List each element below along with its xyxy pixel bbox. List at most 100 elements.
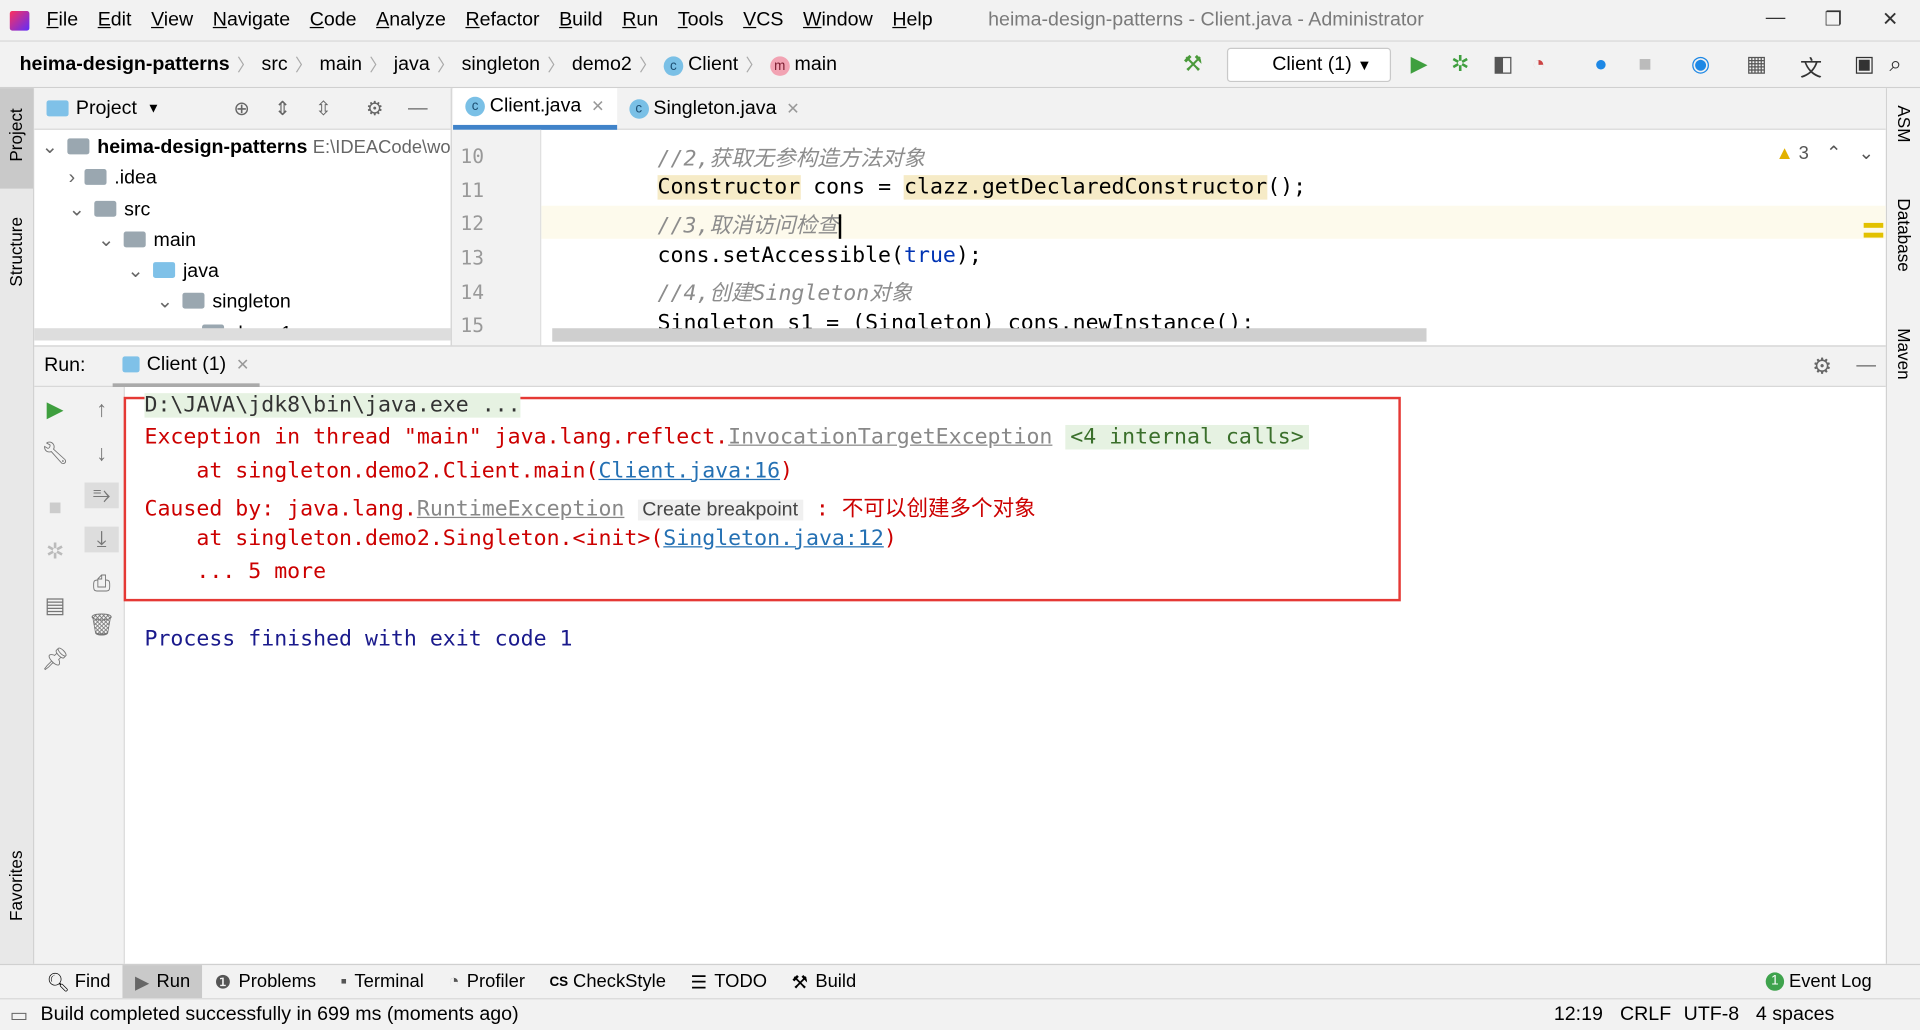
close-run-tab-icon[interactable]: ✕ xyxy=(236,355,249,375)
menu-run[interactable]: Run xyxy=(622,9,658,31)
error-stripe-mark[interactable] xyxy=(1863,222,1884,228)
locate-icon[interactable]: ⊕ xyxy=(233,96,249,120)
maven-tool-button[interactable]: Maven xyxy=(1894,328,1914,379)
code-line-13[interactable]: cons.setAccessible(true); xyxy=(658,244,982,268)
gear-icon[interactable]: ⚙ xyxy=(366,96,384,120)
exception-class-link[interactable]: InvocationTargetException xyxy=(728,425,1052,449)
menu-navigate[interactable]: Navigate xyxy=(213,9,290,31)
print-icon[interactable]: ⎙ xyxy=(84,571,118,597)
layout-icon[interactable]: ▤ xyxy=(38,593,72,619)
event-log-button[interactable]: 1 Event Log xyxy=(1753,964,1883,998)
search-icon[interactable]: ⌕ xyxy=(1889,51,1901,77)
breadcrumb-java[interactable]: java xyxy=(386,53,437,75)
breadcrumb-method[interactable]: m main xyxy=(763,53,845,76)
scroll-to-end-icon[interactable]: ⤓ xyxy=(84,526,119,553)
file-encoding[interactable]: UTF-8 xyxy=(1684,1004,1740,1026)
toggle-tool-windows-icon[interactable]: ▭ xyxy=(10,1002,29,1026)
wrench-icon[interactable]: 🔧︎ xyxy=(38,441,72,467)
terminal-window-icon[interactable]: ▣ xyxy=(1854,51,1875,77)
up-arrow-icon[interactable]: ↑ xyxy=(84,397,118,423)
coverage-icon[interactable]: ◧ xyxy=(1493,51,1514,77)
hide-run-panel-icon[interactable]: — xyxy=(1856,355,1876,377)
breadcrumb-src[interactable]: src xyxy=(254,53,295,75)
pin-icon[interactable]: 📌︎ xyxy=(38,647,72,673)
restore-button[interactable]: ❐ xyxy=(1824,7,1842,31)
close-tab-icon[interactable]: ✕ xyxy=(786,99,799,119)
code-line-14[interactable]: //4,创建Singleton对象 xyxy=(658,277,913,308)
menu-window[interactable]: Window xyxy=(803,9,873,31)
breadcrumb-client[interactable]: c Client xyxy=(656,53,745,76)
project-structure-icon[interactable]: ▦ xyxy=(1746,51,1767,77)
inspection-widget[interactable]: ▲ 3 ⌃ ⌄ xyxy=(1776,142,1874,164)
build-hammer-icon[interactable]: ⚒ xyxy=(1183,51,1203,77)
menu-file[interactable]: File xyxy=(47,9,79,31)
internal-calls-fold[interactable]: <4 internal calls> xyxy=(1065,424,1309,450)
build-tool-button[interactable]: ⚒ Build xyxy=(779,964,868,998)
soft-wrap-icon[interactable]: ⥱ xyxy=(84,482,119,509)
find-tool-button[interactable]: 🔍︎ Find xyxy=(34,964,122,998)
breadcrumb-project[interactable]: heima-design-patterns xyxy=(12,53,237,75)
rerun-icon[interactable]: ▶ xyxy=(38,397,72,423)
editor-horizontal-scrollbar[interactable] xyxy=(552,328,1427,342)
checkstyle-tool-button[interactable]: CS CheckStyle xyxy=(537,964,678,998)
run-tool-button[interactable]: ▶ Run xyxy=(122,964,203,999)
close-window-button[interactable]: ✕ xyxy=(1882,7,1898,31)
menu-vcs[interactable]: VCS xyxy=(743,9,783,31)
collapse-all-icon[interactable]: ⇳ xyxy=(315,96,331,120)
translate-icon[interactable]: 文 xyxy=(1800,51,1822,83)
code-line-11[interactable]: Constructor cons = clazz.getDeclaredCons… xyxy=(657,175,1306,200)
horizontal-scrollbar[interactable] xyxy=(34,328,451,341)
create-breakpoint-link[interactable]: Create breakpoint xyxy=(637,499,803,521)
runtime-exception-link[interactable]: RuntimeException xyxy=(417,497,625,521)
help-icon[interactable]: ● xyxy=(1594,51,1607,77)
code-line-12[interactable]: //3,取消访问检查 xyxy=(658,209,842,240)
singleton-java-link[interactable]: Singleton.java:12 xyxy=(663,527,884,551)
hide-icon[interactable]: — xyxy=(408,97,428,119)
debug-icon[interactable]: ✲ xyxy=(1451,51,1469,77)
indent-setting[interactable]: 4 spaces xyxy=(1756,1004,1834,1026)
trash-icon[interactable]: 🗑︎ xyxy=(84,612,118,638)
menu-analyze[interactable]: Analyze xyxy=(376,9,446,31)
debug-disabled-icon[interactable]: ✲ xyxy=(38,539,72,565)
tree-item-idea[interactable]: › .idea xyxy=(69,163,157,194)
run-settings-gear-icon[interactable]: ⚙ xyxy=(1812,353,1832,379)
line-separator[interactable]: CRLF xyxy=(1620,1004,1671,1026)
database-tool-button[interactable]: Database xyxy=(1894,198,1914,271)
client-java-link[interactable]: Client.java:16 xyxy=(598,459,780,483)
favorites-tool-button[interactable]: Favorites xyxy=(6,850,26,921)
stop-icon[interactable]: ■ xyxy=(38,495,72,521)
run-icon[interactable]: ▶ xyxy=(1411,51,1428,77)
console-output[interactable]: D:\JAVA\jdk8\bin\java.exe ... Exception … xyxy=(123,387,1886,964)
menu-help[interactable]: Help xyxy=(892,9,932,31)
menu-refactor[interactable]: Refactor xyxy=(465,9,539,31)
breadcrumb-main[interactable]: main xyxy=(312,53,369,75)
menu-code[interactable]: Code xyxy=(310,9,357,31)
expand-all-icon[interactable]: ⇕ xyxy=(274,96,290,120)
project-view-select[interactable]: Project xyxy=(76,97,137,119)
terminal-tool-button[interactable]: ▪ Terminal xyxy=(328,964,436,998)
structure-tool-button[interactable]: Structure xyxy=(6,217,26,287)
project-tool-button[interactable]: Project xyxy=(6,108,26,161)
profile-icon[interactable]: ◔ xyxy=(1532,51,1545,77)
profiler-tool-button[interactable]: ◔ Profiler xyxy=(436,964,537,998)
error-stripe-mark[interactable] xyxy=(1863,232,1884,238)
breadcrumb-demo2[interactable]: demo2 xyxy=(565,53,640,75)
tab-client-java[interactable]: c Client.java ✕ xyxy=(453,87,617,130)
tree-item-src[interactable]: ⌄ src xyxy=(69,195,151,226)
stop-icon[interactable]: ■ xyxy=(1638,51,1651,77)
tree-item-java[interactable]: ⌄ java xyxy=(127,256,219,287)
menu-build[interactable]: Build xyxy=(559,9,603,31)
tree-item-main[interactable]: ⌄ main xyxy=(98,225,196,256)
tree-item-root[interactable]: ⌄ heima-design-patterns E:\IDEACode\wo xyxy=(42,132,451,163)
down-arrow-icon[interactable]: ↓ xyxy=(84,441,118,467)
breadcrumb-singleton[interactable]: singleton xyxy=(454,53,547,75)
run-config-select[interactable]: Client (1) ▼ xyxy=(1226,47,1392,83)
code-line-10[interactable]: //2,获取无参构造方法对象 xyxy=(658,142,925,173)
run-tab-client[interactable]: Client (1) ✕ xyxy=(112,345,260,388)
asm-tool-button[interactable]: ASM xyxy=(1894,105,1914,142)
minimize-button[interactable]: — xyxy=(1766,7,1786,29)
menu-view[interactable]: View xyxy=(151,9,193,31)
problems-tool-button[interactable]: ❶ Problems xyxy=(202,964,328,998)
todo-tool-button[interactable]: ☰ TODO xyxy=(678,964,779,998)
menu-tools[interactable]: Tools xyxy=(678,9,724,31)
